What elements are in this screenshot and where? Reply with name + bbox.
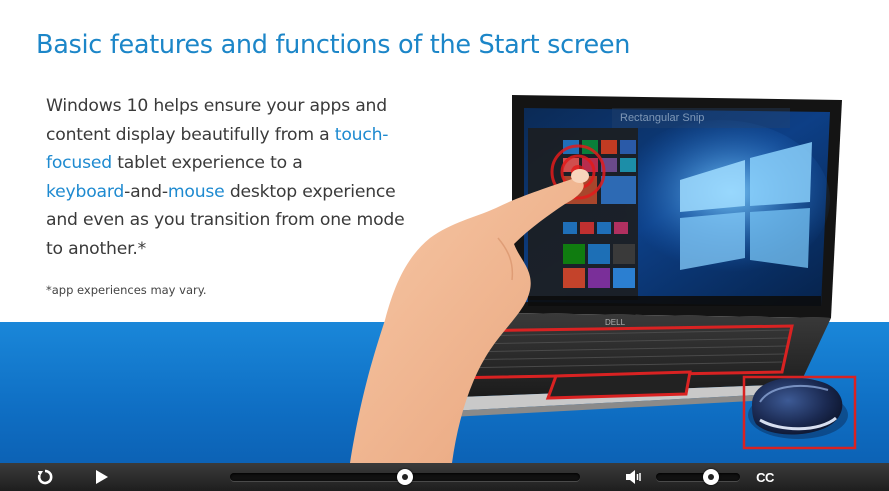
replay-icon: [37, 469, 53, 485]
play-icon: [96, 470, 108, 484]
laptop-brand-label: DELL: [605, 318, 626, 327]
laptop-illustration: DELL: [350, 95, 857, 463]
closed-captions-button[interactable]: CC: [752, 463, 778, 491]
play-button[interactable]: [86, 463, 116, 491]
volume-track[interactable]: [656, 473, 740, 481]
player-controls: CC: [0, 463, 889, 491]
slide: Basic features and functions of the Star…: [0, 0, 889, 463]
volume-icon: [626, 470, 641, 484]
laptop-screen: [512, 95, 842, 318]
volume-button[interactable]: [622, 463, 646, 491]
rectangular-snip-label: Rectangular Snip: [612, 108, 790, 128]
mouse-illustration: [742, 375, 857, 450]
volume-handle[interactable]: [702, 469, 719, 485]
replay-button[interactable]: [30, 463, 60, 491]
progress-handle[interactable]: [397, 469, 413, 485]
